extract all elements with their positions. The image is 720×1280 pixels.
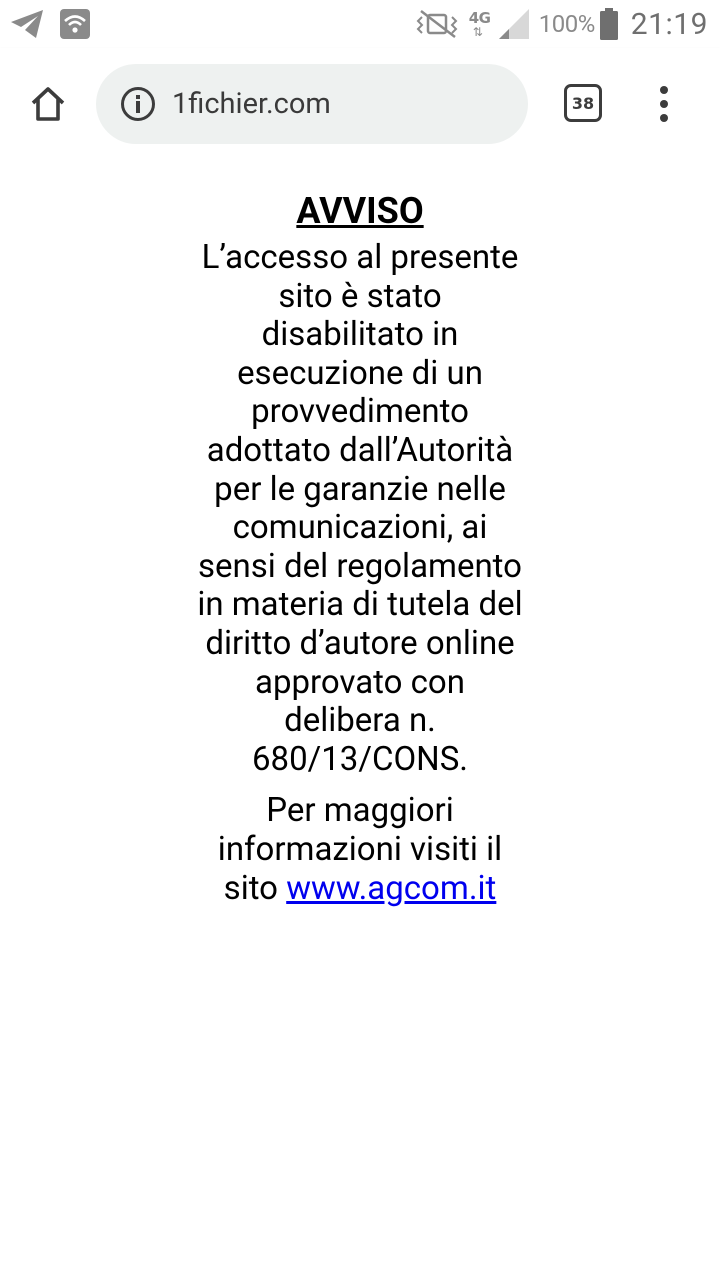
web-page-content: AVVISO L’accesso al presente sito è stat…	[0, 160, 720, 1280]
clock: 21:19	[630, 6, 708, 42]
url-text[interactable]: 1fichier.com	[172, 84, 331, 124]
info-icon[interactable]	[120, 86, 156, 122]
overflow-menu-button[interactable]	[644, 80, 684, 128]
status-bar: 4G ⇅ 100% 21:19	[0, 0, 720, 48]
home-button[interactable]	[24, 80, 72, 128]
wifi-notification-icon	[60, 9, 90, 39]
home-icon	[31, 87, 65, 121]
notice-body: L’accesso al presente sito è stato disab…	[197, 238, 523, 779]
signal-icon	[497, 8, 531, 40]
address-bar[interactable]: 1fichier.com	[96, 64, 528, 144]
tab-switcher-button[interactable]: 38	[564, 84, 602, 122]
agcom-link[interactable]: www.agcom.it	[286, 869, 496, 908]
blocked-site-notice: AVVISO L’accesso al presente sito è stat…	[195, 160, 525, 908]
overflow-menu-icon	[660, 86, 668, 122]
tab-count: 38	[571, 93, 595, 113]
more-info-text: Per maggiori informazioni visiti il sito…	[195, 791, 525, 908]
battery-icon	[599, 8, 619, 40]
status-bar-system: 4G ⇅ 100% 21:19	[413, 6, 708, 42]
vibrate-icon	[413, 9, 461, 39]
network-4g-icon: 4G ⇅	[469, 6, 497, 42]
battery-percent: 100%	[538, 10, 596, 38]
status-bar-notifications	[10, 8, 90, 40]
notice-title: AVVISO	[296, 190, 424, 232]
telegram-icon	[10, 9, 44, 39]
browser-toolbar: 1fichier.com 38	[0, 48, 720, 160]
network-activity-arrows: ⇅	[472, 25, 483, 39]
